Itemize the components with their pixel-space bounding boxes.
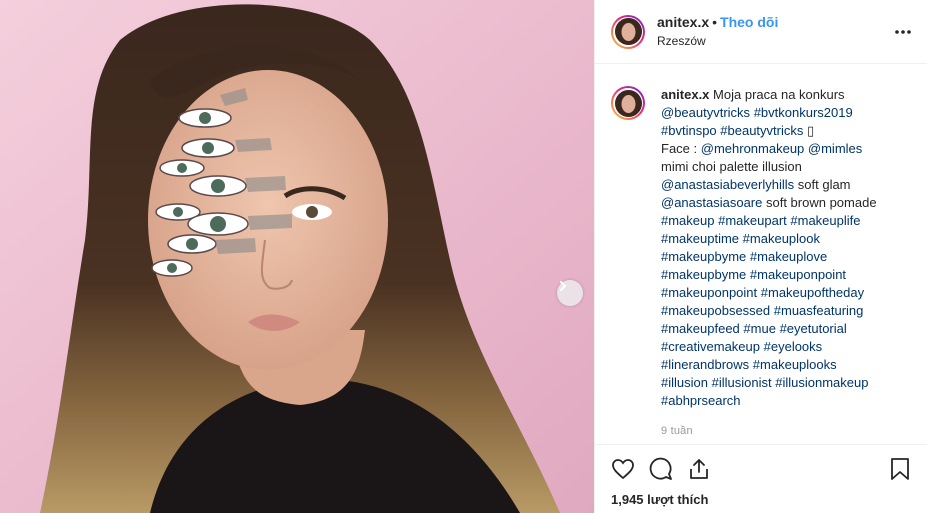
caption-lines: anitex.x Moja praca na konkurs @beautyvtr…	[661, 86, 877, 410]
comment-button[interactable]	[647, 455, 675, 483]
caption-text: anitex.x Moja praca na konkurs @beautyvtr…	[661, 86, 877, 440]
username-link[interactable]: anitex.x	[657, 14, 709, 30]
caption-line: @anastasiabeverlyhills soft glam	[661, 176, 877, 194]
caption-line: #creativemakeup #eyelooks	[661, 338, 877, 356]
caption-line: @anastasiasoare soft brown pomade	[661, 194, 877, 212]
caption-avatar-ring	[613, 88, 643, 118]
hashtag-link[interactable]: #makeuplife	[790, 213, 860, 228]
mention-link[interactable]: @anastasiasoare	[661, 195, 762, 210]
action-icons	[609, 455, 914, 483]
caption-line: #abhprsearch	[661, 392, 877, 410]
location-link[interactable]: Rzeszów	[657, 32, 778, 50]
avatar-ring	[613, 16, 643, 47]
caption-line: anitex.x Moja praca na konkurs	[661, 86, 877, 104]
hashtag-link[interactable]: #makeupbyme	[661, 249, 746, 264]
comments-area[interactable]: anitex.x Moja praca na konkurs @beautyvtr…	[595, 64, 927, 444]
like-button[interactable]	[609, 455, 637, 483]
post-image[interactable]	[0, 0, 594, 513]
post-timestamp[interactable]: 9 tuần	[661, 422, 877, 440]
next-image-button[interactable]	[557, 280, 583, 306]
post-header: anitex.x • Theo dõi Rzeszów	[595, 0, 927, 64]
caption-text-segment: soft brown pomade	[762, 195, 877, 210]
hashtag-link[interactable]: #makeupobsessed	[661, 303, 770, 318]
hashtag-link[interactable]: #illusion	[661, 375, 708, 390]
caption-line: #makeuptime #makeuplook	[661, 230, 877, 248]
caption-line: #makeuponpoint #makeupoftheday	[661, 284, 877, 302]
avatar[interactable]	[611, 14, 645, 49]
mention-link[interactable]: @beautyvtricks	[661, 105, 750, 120]
mention-link[interactable]: @mehronmakeup	[701, 141, 805, 156]
comment-icon	[649, 457, 672, 480]
hashtag-link[interactable]: #makeuplooks	[753, 357, 837, 372]
bookmark-icon	[891, 458, 909, 480]
hashtag-link[interactable]: #makeupfeed	[661, 321, 740, 336]
caption-line: #bvtinspo #beautyvtricks ▯	[661, 122, 877, 140]
hashtag-link[interactable]: #eyelooks	[764, 339, 823, 354]
hashtag-link[interactable]: #makeuplook	[743, 231, 820, 246]
caption-line: #makeupobsessed #muasfeaturing	[661, 302, 877, 320]
caption-avatar-portrait	[614, 89, 642, 117]
caption-text-segment: Moja praca na konkurs	[713, 87, 845, 102]
hashtag-link[interactable]: #makeuplove	[750, 249, 827, 264]
action-bar: 1,945 lượt thích	[595, 444, 927, 513]
hashtag-link[interactable]: #illusionmakeup	[775, 375, 868, 390]
follow-button[interactable]: Theo dõi	[720, 14, 778, 30]
caption-line: #makeupbyme #makeuponpoint	[661, 266, 877, 284]
share-icon	[690, 459, 708, 479]
hashtag-link[interactable]: #makeuponpoint	[750, 267, 846, 282]
chevron-right-icon	[560, 281, 567, 291]
likes-count[interactable]: 1,945 lượt thích	[609, 492, 914, 507]
caption-text-segment: mimi choi palette illusion	[661, 159, 802, 174]
hashtag-link[interactable]: #makeuptime	[661, 231, 739, 246]
hashtag-link[interactable]: #illusionist	[712, 375, 772, 390]
mention-link[interactable]: @mimles	[808, 141, 862, 156]
caption-line: #illusion #illusionist #illusionmakeup	[661, 374, 877, 392]
heart-icon	[612, 459, 634, 480]
hashtag-link[interactable]: #makeupbyme	[661, 267, 746, 282]
avatar-portrait	[614, 18, 642, 45]
caption-line: #makeupfeed #mue #eyetutorial	[661, 320, 877, 338]
header-text: anitex.x • Theo dõi Rzeszów	[657, 13, 778, 50]
hashtag-link[interactable]: #bvtkonkurs2019	[754, 105, 853, 120]
caption-line: #makeup #makeupart #makeuplife	[661, 212, 877, 230]
save-button[interactable]	[886, 455, 914, 483]
hashtag-link[interactable]: #linerandbrows	[661, 357, 749, 372]
hashtag-link[interactable]: #beautyvtricks	[720, 123, 803, 138]
hashtag-link[interactable]: #abhprsearch	[661, 393, 741, 408]
caption-line: Face : @mehronmakeup @mimles	[661, 140, 877, 158]
caption-text-segment: ▯	[803, 123, 815, 138]
hashtag-link[interactable]: #makeup	[661, 213, 714, 228]
hashtag-link[interactable]: #muasfeaturing	[774, 303, 864, 318]
hashtag-link[interactable]: #eyetutorial	[780, 321, 847, 336]
caption-avatar-image	[614, 89, 642, 117]
caption: anitex.x Moja praca na konkurs @beautyvtr…	[611, 86, 914, 440]
caption-line: @beautyvtricks #bvtkonkurs2019	[661, 104, 877, 122]
hashtag-link[interactable]: #bvtinspo	[661, 123, 717, 138]
portrait-photo	[0, 0, 594, 513]
hashtag-link[interactable]: #creativemakeup	[661, 339, 760, 354]
caption-avatar[interactable]	[611, 86, 645, 120]
caption-text-segment: soft glam	[794, 177, 851, 192]
hashtag-link[interactable]: #mue	[743, 321, 776, 336]
share-button[interactable]	[685, 455, 713, 483]
hashtag-link[interactable]: #makeuponpoint	[661, 285, 757, 300]
caption-username-link[interactable]: anitex.x	[661, 87, 709, 102]
caption-line: #linerandbrows #makeuplooks	[661, 356, 877, 374]
avatar-image	[614, 18, 642, 45]
separator-dot: •	[712, 14, 718, 30]
caption-line: #makeupbyme #makeuplove	[661, 248, 877, 266]
more-options-icon[interactable]	[893, 22, 913, 42]
hashtag-link[interactable]: #makeupart	[718, 213, 787, 228]
instagram-post: anitex.x • Theo dõi Rzeszów anitex.x Moj…	[0, 0, 927, 513]
caption-line: mimi choi palette illusion	[661, 158, 877, 176]
mention-link[interactable]: @anastasiabeverlyhills	[661, 177, 794, 192]
caption-text-segment: Face :	[661, 141, 701, 156]
hashtag-link[interactable]: #makeupoftheday	[761, 285, 864, 300]
post-sidebar: anitex.x • Theo dõi Rzeszów anitex.x Moj…	[594, 0, 927, 513]
